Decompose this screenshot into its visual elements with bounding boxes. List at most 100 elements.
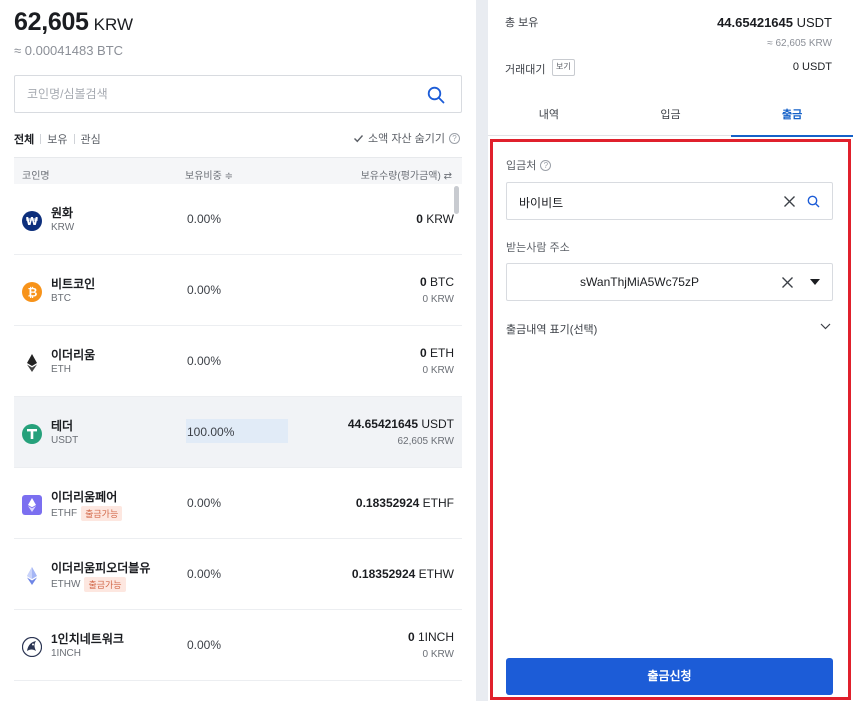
total-balance: 62,605 KRW: [14, 8, 133, 37]
pending-label: 거래대기: [505, 64, 546, 76]
holding-ratio: 0.00%: [187, 638, 222, 652]
clear-icon[interactable]: [783, 195, 796, 208]
coin-name: 테더: [51, 419, 74, 433]
destination-value: 바이비트: [519, 196, 564, 210]
clear-icon[interactable]: [781, 276, 794, 289]
holding-amount: 0 ETH: [419, 346, 454, 360]
holding-amount: 44.65421645 USDT: [347, 417, 454, 431]
search-icon[interactable]: [427, 86, 445, 104]
bitcoin-icon: ₿: [22, 282, 42, 302]
recipient-address-value: sWanThjMiA5Wc75zP: [580, 275, 699, 289]
hide-small-assets-toggle[interactable]: 소액 자산 숨기기 ?: [353, 130, 460, 146]
recipient-address-label: 받는사람 주소: [506, 242, 570, 254]
coin-symbol: ETHW 출금가능: [51, 577, 126, 592]
search-icon[interactable]: [807, 195, 820, 208]
holding-amount: 0 KRW: [416, 212, 454, 226]
tab-deposit[interactable]: 입금: [610, 96, 732, 135]
recipient-address-field[interactable]: sWanThjMiA5Wc75zP: [506, 263, 833, 301]
won-icon: ₩: [22, 211, 42, 231]
table-row[interactable]: ₿ 비트코인 BTC 0.00% 0 BTC 0 KRW: [14, 255, 462, 326]
asset-table-body: ₩ 원화 KRW 0.00% 0 KRW ₿ 비트코인 BTC 0.00% 0 …: [14, 184, 462, 681]
withdraw-memo-toggle[interactable]: 출금내역 표기(선택): [506, 321, 833, 337]
holding-ratio: 100.00%: [187, 425, 235, 439]
coin-name: 비트코인: [51, 277, 96, 291]
holding-ratio: 0.00%: [187, 354, 222, 368]
coin-name: 이더리움: [51, 348, 96, 362]
coin-name: 1인치네트워크: [51, 632, 124, 646]
tab-history[interactable]: 내역: [488, 96, 610, 135]
check-icon: [354, 134, 364, 142]
ethf-icon: [22, 495, 42, 515]
filter-all[interactable]: 전체: [14, 131, 40, 147]
view-pending-button[interactable]: 보기: [552, 59, 575, 76]
holding-ratio: 0.00%: [187, 567, 222, 581]
caret-down-icon[interactable]: [810, 279, 820, 286]
asset-list-panel: 62,605 KRW ≈ 0.00041483 BTC 전체 보유 관심 소액 …: [0, 0, 476, 701]
chevron-down-icon: [820, 323, 831, 330]
hide-small-label: 소액 자산 숨기기: [368, 133, 445, 145]
withdraw-form: 입금처 ? 바이비트 받는사람 주소 sWanThjMiA5Wc75zP 출금내…: [490, 139, 851, 700]
table-row[interactable]: ₩ 원화 KRW 0.00% 0 KRW: [14, 184, 462, 255]
coin-name: 원화: [51, 206, 74, 220]
list-scrollbar[interactable]: [454, 186, 459, 214]
holding-krw-value: 0 KRW: [422, 294, 455, 305]
filter-owned[interactable]: 보유: [41, 131, 73, 147]
balance-amount: 62,605: [14, 8, 89, 36]
coin-symbol: USDT: [51, 435, 79, 446]
app-root: 62,605 KRW ≈ 0.00041483 BTC 전체 보유 관심 소액 …: [0, 0, 853, 701]
holding-amount: 0 BTC: [419, 275, 454, 289]
header-amount[interactable]: 보유수량(평가금액) ⇄: [361, 167, 452, 182]
destination-label: 입금처 ?: [506, 157, 552, 173]
total-holding-value: 44.65421645 USDT: [717, 15, 832, 30]
help-icon[interactable]: ?: [449, 132, 460, 144]
ethereum-icon: [27, 354, 37, 372]
ethw-icon: [27, 567, 37, 585]
destination-field[interactable]: 바이비트: [506, 182, 833, 220]
holding-ratio: 0.00%: [187, 283, 222, 297]
coin-symbol: BTC: [51, 293, 71, 304]
tether-icon: [22, 424, 42, 444]
holding-krw-value: 62,605 KRW: [397, 436, 454, 447]
filter-watch[interactable]: 관심: [75, 131, 107, 147]
coin-name: 이더리움페어: [51, 490, 118, 504]
svg-text:₩: ₩: [26, 215, 38, 228]
balance-unit: KRW: [93, 15, 134, 34]
coin-detail-panel: 총 보유 44.65421645 USDT ≈ 62,605 KRW 거래대기 …: [488, 0, 853, 701]
coin-search-input[interactable]: [27, 76, 407, 112]
holding-krw-value: 0 KRW: [422, 649, 455, 660]
table-row[interactable]: 이더리움페어 ETHF 출금가능 0.00% 0.18352924 ETHF: [14, 468, 462, 539]
1inch-icon: [22, 637, 42, 657]
withdraw-submit-button[interactable]: 출금신청: [506, 658, 833, 695]
coin-symbol: ETH: [51, 364, 71, 375]
holding-ratio: 0.00%: [187, 496, 222, 510]
total-holding-label: 총 보유: [505, 17, 539, 29]
coin-symbol: ETHF 출금가능: [51, 506, 123, 521]
total-holding-krw: ≈ 62,605 KRW: [767, 38, 832, 49]
tab-withdraw[interactable]: 출금: [731, 96, 853, 137]
header-coin-name: 코인명: [22, 171, 50, 182]
coin-symbol: KRW: [51, 222, 75, 233]
holding-amount: 0 1INCH: [407, 630, 454, 644]
header-ratio[interactable]: 보유비중 ≑: [185, 167, 233, 182]
svg-text:₿: ₿: [28, 286, 38, 300]
help-icon[interactable]: ?: [540, 159, 552, 171]
withdrawable-badge: 출금가능: [81, 506, 123, 521]
holding-amount: 0.18352924 ETHF: [355, 496, 454, 510]
table-row[interactable]: 이더리움피오더블유 ETHW 출금가능 0.00% 0.18352924 ETHW: [14, 539, 462, 610]
table-row[interactable]: 테더 USDT 100.00% 44.65421645 USDT 62,605 …: [14, 397, 462, 468]
balance-btc-equivalent: ≈ 0.00041483 BTC: [14, 43, 124, 58]
table-row[interactable]: 이더리움 ETH 0.00% 0 ETH 0 KRW: [14, 326, 462, 397]
coin-name: 이더리움피오더블유: [51, 561, 151, 575]
holding-krw-value: 0 KRW: [422, 365, 455, 376]
coin-search-box: [14, 75, 462, 113]
withdrawable-badge: 출금가능: [84, 577, 126, 592]
table-row[interactable]: 1인치네트워크 1INCH 0.00% 0 1INCH 0 KRW: [14, 610, 462, 681]
withdraw-memo-label: 출금내역 표기(선택): [506, 324, 598, 336]
detail-tabs: 내역 입금 출금: [488, 96, 853, 137]
holding-amount: 0.18352924 ETHW: [351, 567, 454, 581]
coin-symbol: 1INCH: [51, 648, 82, 659]
asset-table-header: 코인명 보유비중 ≑ 보유수량(평가금액) ⇄: [14, 157, 462, 185]
holding-ratio: 0.00%: [187, 212, 222, 226]
asset-filter-tabs: 전체 보유 관심: [14, 131, 107, 147]
pending-value: 0 USDT: [792, 61, 832, 73]
